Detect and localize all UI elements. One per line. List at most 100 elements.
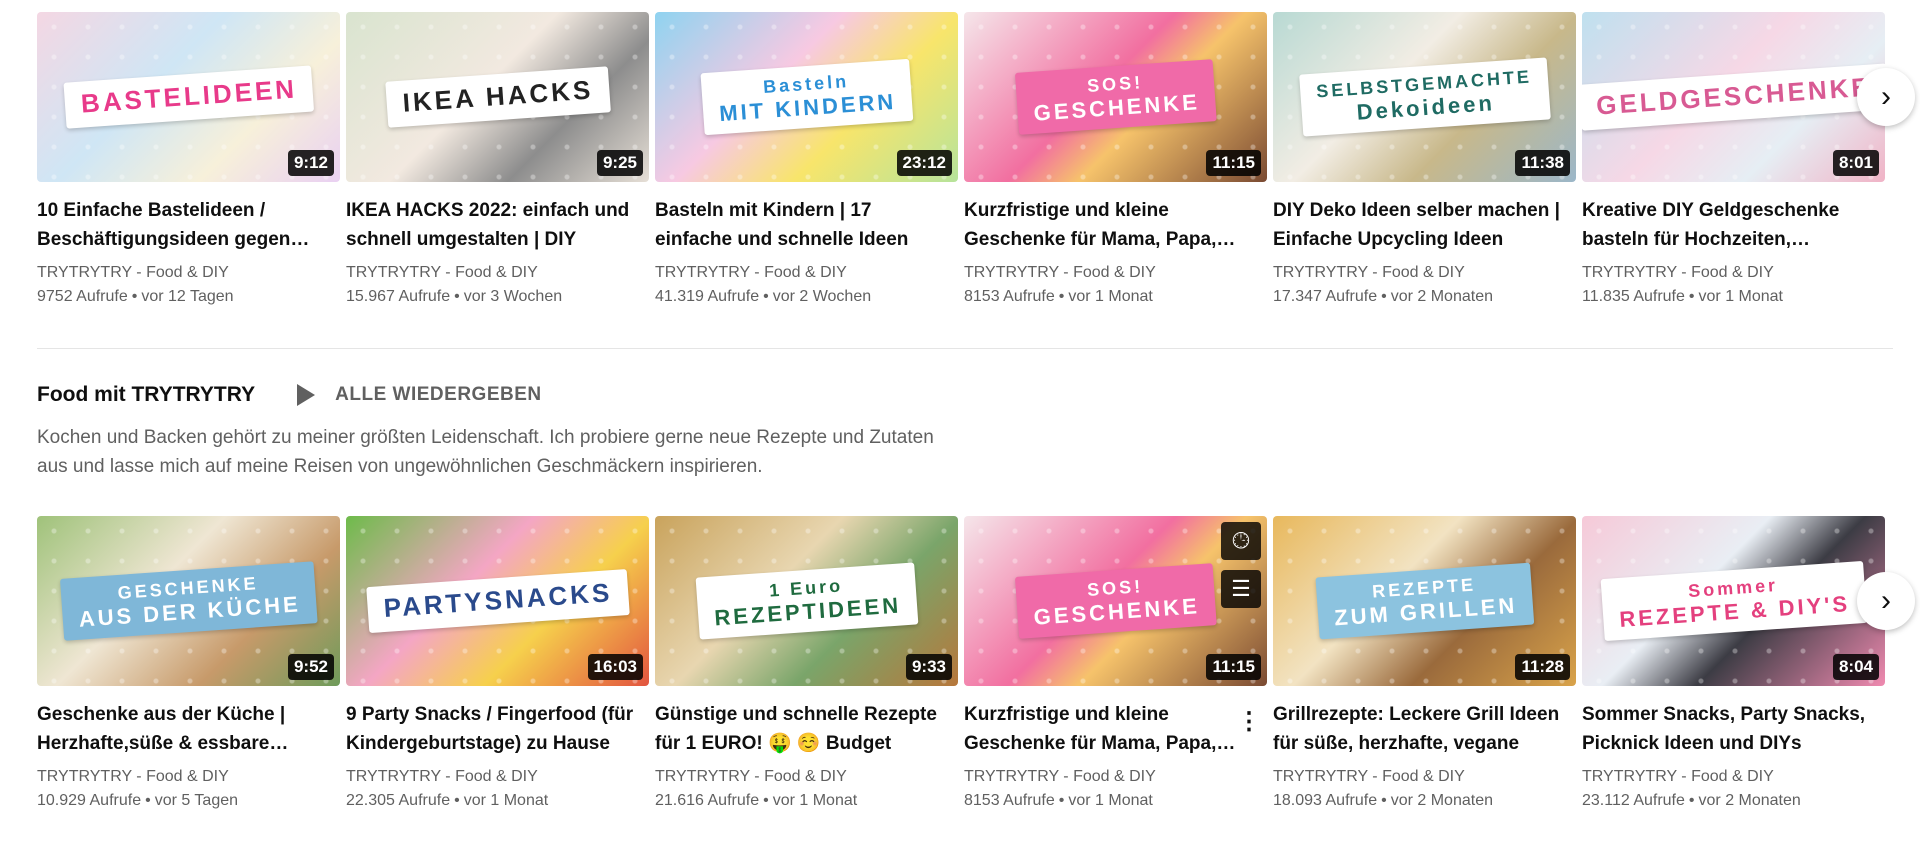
upload-age: vor 1 Monat (463, 792, 549, 809)
video-meta: 23.112 Aufrufe • vor 2 Monaten (1582, 788, 1885, 814)
shelf-diy: BASTELIDEEN 9:12 10 Einfache Bastelideen /… (37, 12, 1887, 312)
video-title[interactable]: 10 Einfache Bastelideen / Beschäftigungs… (37, 196, 340, 254)
video-thumbnail[interactable]: GELDGESCHENKE 8:01 (1582, 12, 1885, 182)
video-title[interactable]: Grillrezepte: Leckere Grill Ideen für sü… (1273, 700, 1576, 758)
channel-name[interactable]: TRYTRYTRY - Food & DIY (964, 262, 1267, 284)
duration-badge: 9:12 (287, 150, 334, 176)
upload-age: vor 2 Monaten (1390, 792, 1493, 809)
next-button[interactable]: › (1857, 572, 1915, 630)
video-thumbnail[interactable]: Basteln MIT KINDERN 23:12 (655, 12, 958, 182)
duration-badge: 11:15 (1206, 150, 1261, 176)
channel-name[interactable]: TRYTRYTRY - Food & DIY (964, 766, 1267, 788)
video-card[interactable]: 1 Euro REZEPTIDEEN 9:33 Günstige und schnel… (655, 516, 958, 814)
video-meta: 18.093 Aufrufe • vor 2 Monaten (1273, 788, 1576, 814)
banner-line-1: IKEA HACKS (401, 74, 594, 118)
video-title[interactable]: Kurzfristige und kleine Geschenke für Ma… (964, 700, 1267, 758)
video-meta: 15.967 Aufrufe • vor 3 Wochen (346, 284, 649, 310)
upload-age: vor 2 Wochen (772, 288, 872, 305)
video-title[interactable]: Kurzfristige und kleine Geschenke für Ma… (964, 196, 1267, 254)
view-count: 22.305 Aufrufe (346, 792, 451, 809)
duration-badge: 8:04 (1832, 654, 1879, 680)
video-thumbnail[interactable]: SELBSTGEMACHTE Dekoideen 11:38 (1273, 12, 1576, 182)
view-count: 23.112 Aufrufe (1582, 792, 1685, 809)
channel-name[interactable]: TRYTRYTRY - Food & DIY (1273, 262, 1576, 284)
video-row: GESCHENKE AUS DER KÜCHE 9:52 Geschenke aus … (37, 516, 1887, 816)
channel-name[interactable]: TRYTRYTRY - Food & DIY (655, 262, 958, 284)
view-count: 15.967 Aufrufe (346, 288, 451, 305)
video-card[interactable]: IKEA HACKS 9:25 IKEA HACKS 2022: einfach u… (346, 12, 649, 310)
duration-badge: 9:25 (596, 150, 643, 176)
play-icon (297, 384, 316, 406)
video-meta: 9752 Aufrufe • vor 12 Tagen (37, 284, 340, 310)
video-title[interactable]: Basteln mit Kindern | 17 einfache und sc… (655, 196, 958, 254)
video-thumbnail[interactable]: IKEA HACKS 9:25 (346, 12, 649, 182)
channel-name[interactable]: TRYTRYTRY - Food & DIY (655, 766, 958, 788)
meta-separator: • (1058, 792, 1065, 809)
video-meta: 41.319 Aufrufe • vor 2 Wochen (655, 284, 958, 310)
video-card[interactable]: SOS! GESCHENKE 11:15 Kurzfristige und klein… (964, 12, 1267, 310)
channel-name[interactable]: TRYTRYTRY - Food & DIY (346, 766, 649, 788)
section-title[interactable]: Food mit TRYTRYTRY (37, 383, 255, 407)
upload-age: vor 5 Tagen (154, 792, 239, 809)
video-card[interactable]: PARTYSNACKS 16:03 9 Party Snacks / Fingerf… (346, 516, 649, 814)
video-meta: 11.835 Aufrufe • vor 1 Monat (1582, 284, 1885, 310)
duration-badge: 9:33 (905, 654, 952, 680)
video-thumbnail[interactable]: 1 Euro REZEPTIDEEN 9:33 (655, 516, 958, 686)
video-card[interactable]: SOS! GESCHENKE 🕒︎ ☰ 11:15 Kurzfristige und kl… (964, 516, 1267, 814)
duration-badge: 23:12 (896, 150, 952, 176)
video-thumbnail[interactable]: GESCHENKE AUS DER KÜCHE 9:52 (37, 516, 340, 686)
clock-icon[interactable]: 🕒︎ (1221, 522, 1261, 560)
video-card[interactable]: Basteln MIT KINDERN 23:12 Basteln mit Kinde… (655, 12, 958, 310)
video-thumbnail[interactable]: Sommer REZEPTE & DIY'S 8:04 (1582, 516, 1885, 686)
meta-separator: • (454, 792, 460, 809)
upload-age: vor 3 Wochen (463, 288, 563, 305)
video-title[interactable]: DIY Deko Ideen selber machen | Einfache … (1273, 196, 1576, 254)
meta-separator: • (763, 792, 769, 809)
channel-name[interactable]: TRYTRYTRY - Food & DIY (346, 262, 649, 284)
video-meta: 17.347 Aufrufe • vor 2 Monaten (1273, 284, 1576, 310)
video-meta: 21.616 Aufrufe • vor 1 Monat (655, 788, 958, 814)
video-title[interactable]: Günstige und schnelle Rezepte für 1 EURO… (655, 700, 958, 758)
channel-name[interactable]: TRYTRYTRY - Food & DIY (37, 766, 340, 788)
video-card[interactable]: GESCHENKE AUS DER KÜCHE 9:52 Geschenke aus … (37, 516, 340, 814)
shelf-food: GESCHENKE AUS DER KÜCHE 9:52 Geschenke aus … (37, 516, 1887, 816)
channel-name[interactable]: TRYTRYTRY - Food & DIY (1273, 766, 1576, 788)
video-thumbnail[interactable]: SOS! GESCHENKE 🕒︎ ☰ 11:15 (964, 516, 1267, 686)
meta-separator: • (1688, 288, 1695, 305)
upload-age: vor 1 Monat (772, 792, 858, 809)
video-card[interactable]: Sommer REZEPTE & DIY'S 8:04 Sommer Snacks, … (1582, 516, 1885, 814)
duration-badge: 16:03 (587, 654, 643, 680)
video-card[interactable]: SELBSTGEMACHTE Dekoideen 11:38 DIY Deko Ide… (1273, 12, 1576, 310)
video-meta: 10.929 Aufrufe • vor 5 Tagen (37, 788, 340, 814)
view-count: 21.616 Aufrufe (655, 792, 760, 809)
video-title[interactable]: IKEA HACKS 2022: einfach und schnell umg… (346, 196, 649, 254)
upload-age: vor 12 Tagen (141, 288, 234, 305)
channel-name[interactable]: TRYTRYTRY - Food & DIY (37, 262, 340, 284)
next-button[interactable]: › (1857, 68, 1915, 126)
channel-name[interactable]: TRYTRYTRY - Food & DIY (1582, 262, 1885, 284)
channel-name[interactable]: TRYTRYTRY - Food & DIY (1582, 766, 1885, 788)
video-thumbnail[interactable]: PARTYSNACKS 16:03 (346, 516, 649, 686)
meta-separator: • (1381, 792, 1387, 809)
video-title[interactable]: Kreative DIY Geldgeschenke basteln für H… (1582, 196, 1885, 254)
section-divider (37, 348, 1893, 349)
upload-age: vor 2 Monaten (1698, 792, 1801, 809)
video-row: BASTELIDEEN 9:12 10 Einfache Bastelideen /… (37, 12, 1887, 312)
play-all-label: ALLE WIEDERGEBEN (335, 384, 542, 405)
more-vert-icon[interactable]: ⋮ (1237, 710, 1261, 734)
video-title[interactable]: Sommer Snacks, Party Snacks, Picknick Id… (1582, 700, 1885, 758)
video-title[interactable]: 9 Party Snacks / Fingerfood (für Kinderg… (346, 700, 649, 758)
view-count: 11.835 Aufrufe (1582, 288, 1685, 305)
video-card[interactable]: REZEPTE ZUM GRILLEN 11:28 Grillrezepte: Lec… (1273, 516, 1576, 814)
video-title[interactable]: Geschenke aus der Küche | Herzhafte,süße… (37, 700, 340, 758)
upload-age: vor 1 Monat (1068, 792, 1153, 809)
video-card[interactable]: GELDGESCHENKE 8:01 Kreative DIY Geldgesche… (1582, 12, 1885, 310)
video-thumbnail[interactable]: SOS! GESCHENKE 11:15 (964, 12, 1267, 182)
queue-icon[interactable]: ☰ (1221, 570, 1261, 608)
video-thumbnail[interactable]: BASTELIDEEN 9:12 (37, 12, 340, 182)
hover-actions: 🕒︎ ☰ (1221, 522, 1261, 608)
video-thumbnail[interactable]: REZEPTE ZUM GRILLEN 11:28 (1273, 516, 1576, 686)
duration-badge: 11:15 (1206, 654, 1261, 680)
play-all-button[interactable]: ALLE WIEDERGEBEN (297, 384, 541, 406)
video-card[interactable]: BASTELIDEEN 9:12 10 Einfache Bastelideen /… (37, 12, 340, 310)
